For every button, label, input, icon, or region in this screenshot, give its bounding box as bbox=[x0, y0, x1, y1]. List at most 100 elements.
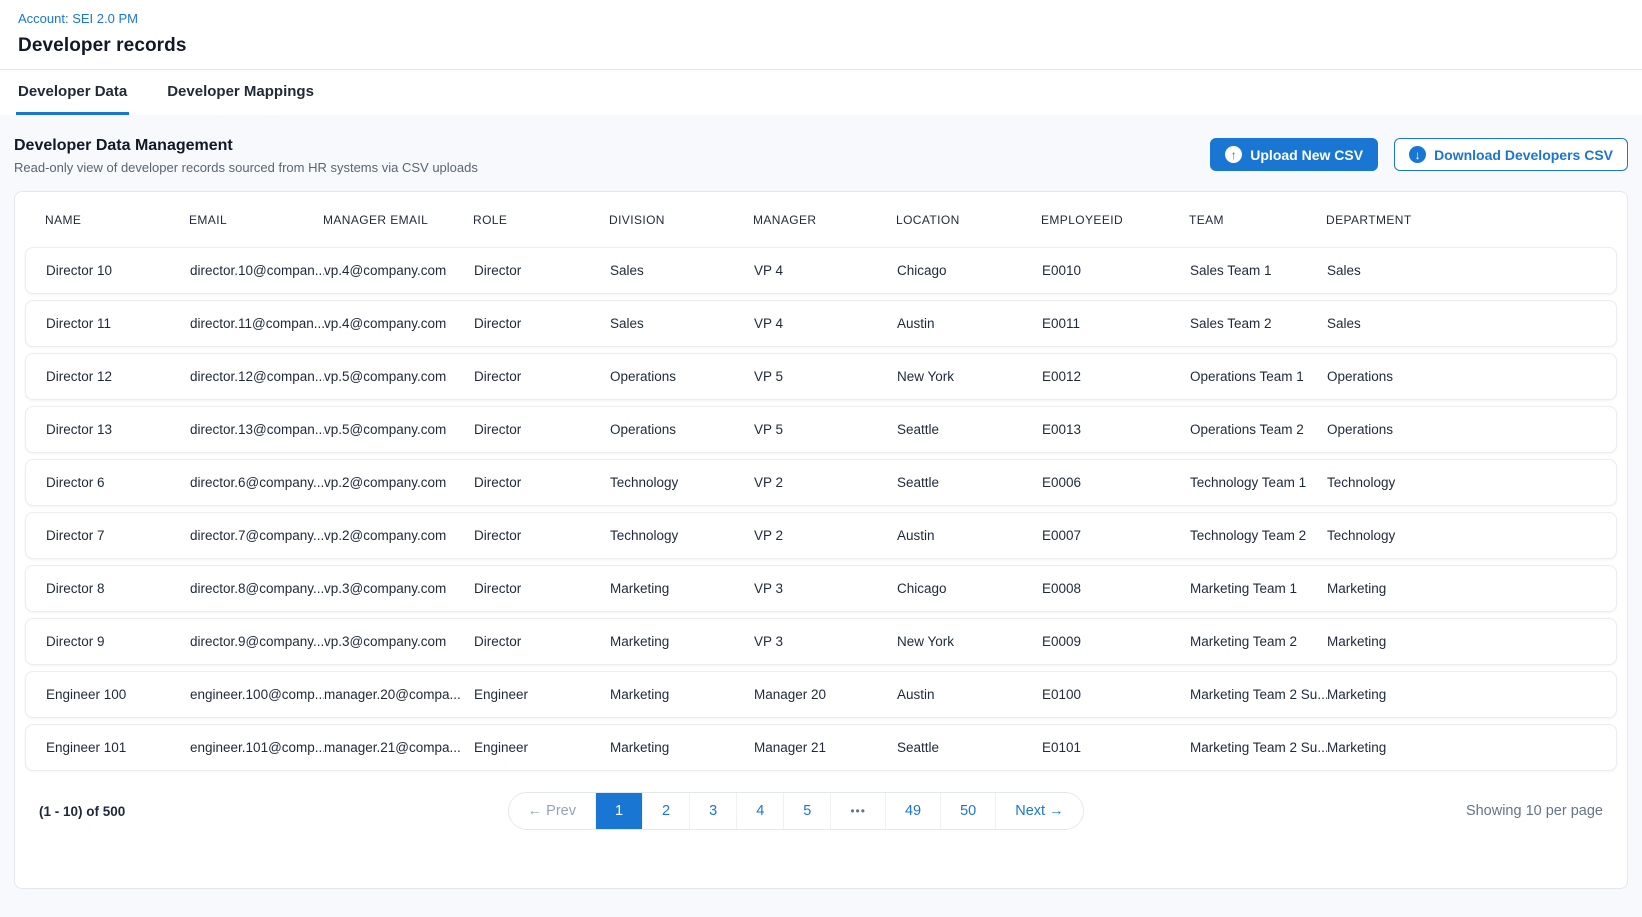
cell-division: Marketing bbox=[610, 634, 754, 649]
prev-page-button[interactable]: ← Prev bbox=[509, 793, 596, 829]
cell-employeeid: E0010 bbox=[1042, 263, 1190, 278]
column-header-name: NAME bbox=[45, 213, 189, 227]
cell-role: Director bbox=[474, 581, 610, 596]
section-actions: ↑ Upload New CSV ↓ Download Developers C… bbox=[1210, 138, 1628, 171]
cell-name: Director 10 bbox=[46, 263, 190, 278]
cell-team: Marketing Team 1 bbox=[1190, 581, 1327, 596]
cell-email: director.13@compan... bbox=[190, 422, 324, 437]
cell-department: Marketing bbox=[1327, 687, 1616, 702]
cell-team: Marketing Team 2 bbox=[1190, 634, 1327, 649]
cell-manager-email: vp.5@company.com bbox=[324, 369, 474, 384]
column-header-employeeid: EMPLOYEEID bbox=[1041, 213, 1189, 227]
cell-department: Sales bbox=[1327, 316, 1616, 331]
cell-email: director.7@company.... bbox=[190, 528, 324, 543]
tab-bar: Developer Data Developer Mappings bbox=[0, 70, 1642, 115]
cell-email: director.6@company.... bbox=[190, 475, 324, 490]
cell-employeeid: E0011 bbox=[1042, 316, 1190, 331]
per-page-text: Showing 10 per page bbox=[1466, 803, 1603, 819]
table-header-row: NAMEEMAILMANAGER EMAILROLEDIVISIONMANAGE… bbox=[15, 192, 1627, 247]
cell-location: Seattle bbox=[897, 475, 1042, 490]
cell-department: Technology bbox=[1327, 475, 1616, 490]
pagination: ← Prev 12345•••4950Next → bbox=[508, 792, 1084, 830]
cell-manager-email: vp.2@company.com bbox=[324, 528, 474, 543]
column-header-location: LOCATION bbox=[896, 213, 1041, 227]
cell-location: New York bbox=[897, 369, 1042, 384]
cell-department: Marketing bbox=[1327, 740, 1616, 755]
column-header-manager-email: MANAGER EMAIL bbox=[323, 213, 473, 227]
cell-role: Engineer bbox=[474, 687, 610, 702]
cell-location: Seattle bbox=[897, 422, 1042, 437]
cell-email: director.10@compan... bbox=[190, 263, 324, 278]
cell-name: Engineer 101 bbox=[46, 740, 190, 755]
next-page-button[interactable]: Next → bbox=[996, 793, 1082, 829]
download-developers-csv-button[interactable]: ↓ Download Developers CSV bbox=[1394, 138, 1628, 171]
upload-new-csv-button[interactable]: ↑ Upload New CSV bbox=[1210, 138, 1378, 171]
tab-developer-mappings[interactable]: Developer Mappings bbox=[165, 70, 316, 115]
cell-name: Director 13 bbox=[46, 422, 190, 437]
page-title: Developer records bbox=[18, 35, 1624, 57]
download-icon: ↓ bbox=[1409, 146, 1426, 163]
tab-developer-data[interactable]: Developer Data bbox=[16, 70, 129, 115]
cell-manager: VP 5 bbox=[754, 369, 897, 384]
table-row: Engineer 101engineer.101@comp...manager.… bbox=[25, 724, 1617, 771]
cell-employeeid: E0101 bbox=[1042, 740, 1190, 755]
cell-division: Operations bbox=[610, 369, 754, 384]
cell-manager: VP 3 bbox=[754, 634, 897, 649]
section-titles: Developer Data Management Read-only view… bbox=[14, 137, 478, 175]
cell-email: engineer.101@comp... bbox=[190, 740, 324, 755]
table-footer: (1 - 10) of 500 ← Prev 12345•••4950Next … bbox=[15, 777, 1627, 830]
page-button-50[interactable]: 50 bbox=[941, 793, 996, 829]
cell-manager: VP 4 bbox=[754, 316, 897, 331]
page-button-1[interactable]: 1 bbox=[596, 793, 643, 829]
cell-location: Seattle bbox=[897, 740, 1042, 755]
top-header: Account: SEI 2.0 PM Developer records bbox=[0, 0, 1642, 70]
cell-division: Marketing bbox=[610, 687, 754, 702]
column-header-manager: MANAGER bbox=[753, 213, 896, 227]
table-row: Director 6director.6@company....vp.2@com… bbox=[25, 459, 1617, 506]
cell-employeeid: E0008 bbox=[1042, 581, 1190, 596]
cell-location: Austin bbox=[897, 528, 1042, 543]
cell-role: Director bbox=[474, 422, 610, 437]
column-header-email: EMAIL bbox=[189, 213, 323, 227]
content-area: Developer Data Management Read-only view… bbox=[0, 115, 1642, 917]
cell-department: Technology bbox=[1327, 528, 1616, 543]
cell-division: Sales bbox=[610, 263, 754, 278]
cell-division: Technology bbox=[610, 528, 754, 543]
cell-location: New York bbox=[897, 634, 1042, 649]
cell-manager-email: vp.4@company.com bbox=[324, 316, 474, 331]
page-button-3[interactable]: 3 bbox=[690, 793, 737, 829]
cell-email: director.11@compan... bbox=[190, 316, 324, 331]
cell-manager: VP 2 bbox=[754, 528, 897, 543]
section-subtitle: Read-only view of developer records sour… bbox=[14, 160, 478, 175]
cell-manager: Manager 20 bbox=[754, 687, 897, 702]
table-body: Director 10director.10@compan...vp.4@com… bbox=[15, 247, 1627, 771]
cell-team: Technology Team 2 bbox=[1190, 528, 1327, 543]
cell-employeeid: E0009 bbox=[1042, 634, 1190, 649]
account-link[interactable]: Account: SEI 2.0 PM bbox=[18, 11, 138, 26]
page-button-5[interactable]: 5 bbox=[784, 793, 831, 829]
page-button-49[interactable]: 49 bbox=[886, 793, 941, 829]
table-row: Director 8director.8@company....vp.3@com… bbox=[25, 565, 1617, 612]
cell-team: Sales Team 1 bbox=[1190, 263, 1327, 278]
table-row: Director 9director.9@company....vp.3@com… bbox=[25, 618, 1617, 665]
cell-manager-email: manager.21@compa... bbox=[324, 740, 474, 755]
cell-manager-email: vp.4@company.com bbox=[324, 263, 474, 278]
page-button-2[interactable]: 2 bbox=[643, 793, 690, 829]
column-header-department: DEPARTMENT bbox=[1326, 213, 1617, 227]
cell-department: Sales bbox=[1327, 263, 1616, 278]
table-row: Director 7director.7@company....vp.2@com… bbox=[25, 512, 1617, 559]
table-row: Engineer 100engineer.100@comp...manager.… bbox=[25, 671, 1617, 718]
cell-role: Director bbox=[474, 634, 610, 649]
cell-manager: VP 5 bbox=[754, 422, 897, 437]
cell-role: Director bbox=[474, 475, 610, 490]
cell-division: Operations bbox=[610, 422, 754, 437]
cell-role: Director bbox=[474, 263, 610, 278]
column-header-role: ROLE bbox=[473, 213, 609, 227]
cell-employeeid: E0100 bbox=[1042, 687, 1190, 702]
cell-division: Technology bbox=[610, 475, 754, 490]
page-button-4[interactable]: 4 bbox=[737, 793, 784, 829]
table-row: Director 13director.13@compan...vp.5@com… bbox=[25, 406, 1617, 453]
cell-name: Director 11 bbox=[46, 316, 190, 331]
cell-employeeid: E0007 bbox=[1042, 528, 1190, 543]
cell-division: Marketing bbox=[610, 581, 754, 596]
